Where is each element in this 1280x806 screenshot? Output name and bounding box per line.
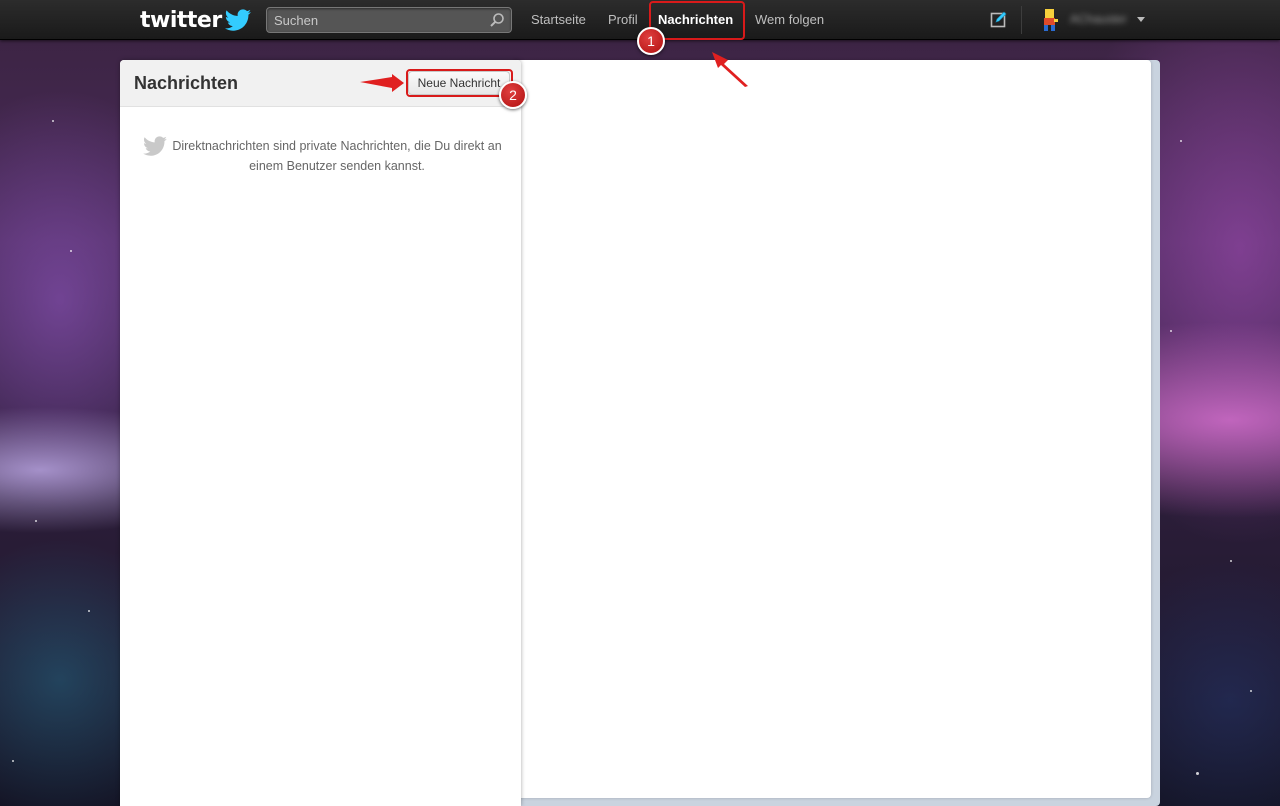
search-icon[interactable] <box>489 12 505 28</box>
annotation-badge-2: 2 <box>499 81 527 109</box>
message-detail-panel <box>515 60 1151 798</box>
messages-panel: Nachrichten Neue Nachricht Direktnachric… <box>120 60 521 806</box>
chevron-down-icon[interactable] <box>1137 17 1145 22</box>
annotation-badge-1: 1 <box>637 27 665 55</box>
search-box[interactable] <box>266 7 512 33</box>
annotation-arrow-2 <box>360 74 404 92</box>
messages-panel-header: Nachrichten Neue Nachricht <box>120 60 521 107</box>
nav-startseite[interactable]: Startseite <box>531 0 586 40</box>
nav-profil[interactable]: Profil <box>608 0 638 40</box>
topbar-divider <box>1021 6 1022 34</box>
compose-tweet-icon[interactable] <box>990 11 1007 28</box>
twitter-bird-icon <box>224 9 251 31</box>
avatar[interactable] <box>1040 8 1060 32</box>
page-title: Nachrichten <box>134 73 239 93</box>
nav-wem-folgen[interactable]: Wem folgen <box>755 0 824 40</box>
annotation-arrow-1 <box>712 52 748 87</box>
logo-text: twitter <box>140 7 222 33</box>
username[interactable]: AChauster <box>1070 12 1134 28</box>
annotation-highlight-button <box>406 69 513 97</box>
empty-state-text: Direktnachrichten sind private Nachricht… <box>172 139 502 173</box>
twitter-logo[interactable]: twitter <box>140 6 252 34</box>
search-input[interactable] <box>267 8 487 32</box>
twitter-bird-icon <box>143 136 167 156</box>
